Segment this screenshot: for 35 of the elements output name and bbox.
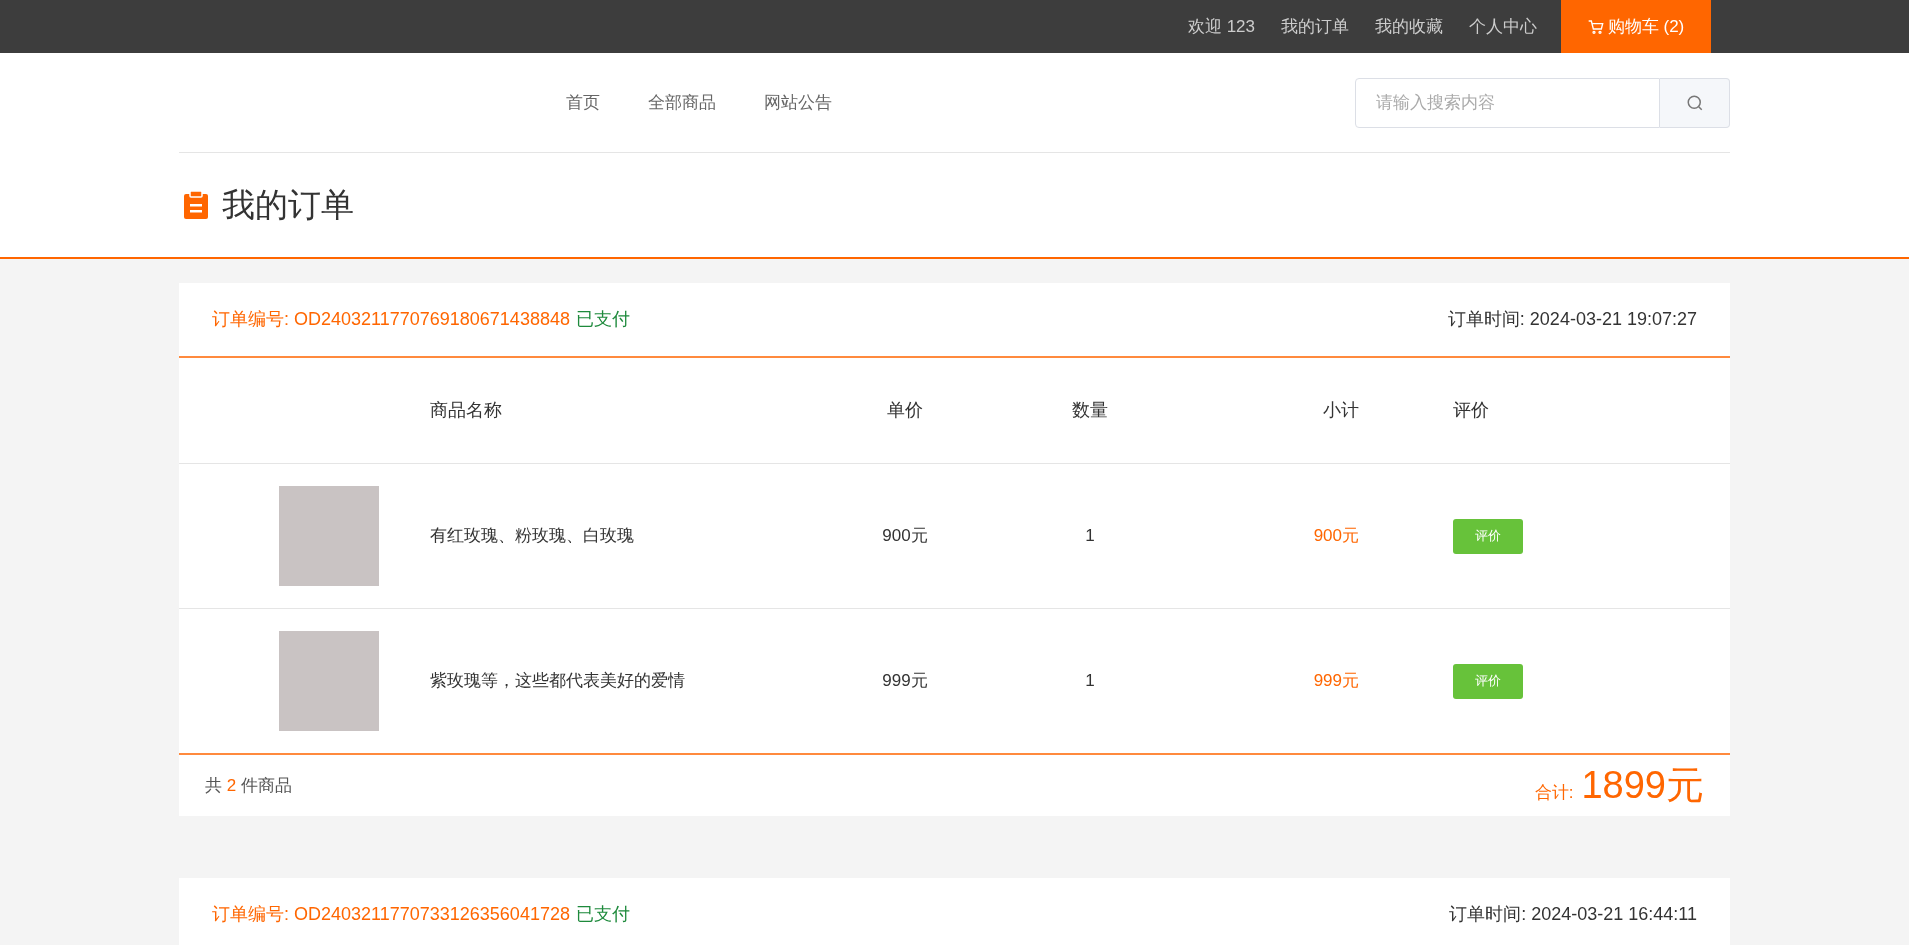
page-title: 我的订单 bbox=[222, 185, 354, 226]
search-field[interactable]: 请输入搜索内容 bbox=[1355, 77, 1660, 128]
product-name: 紫玫瑰等，这些都代表美好的爱情 bbox=[430, 671, 685, 691]
top-link[interactable]: 我的订单 bbox=[1281, 13, 1349, 40]
top-link[interactable]: 个人中心 bbox=[1469, 13, 1537, 40]
unit-price: 999元 bbox=[882, 671, 928, 691]
item-count: 共 2 件商品 bbox=[205, 774, 292, 797]
nav-link[interactable]: 网站公告 bbox=[764, 89, 832, 116]
column-header: 商品名称 bbox=[430, 400, 502, 420]
nav-link[interactable]: 全部商品 bbox=[648, 89, 716, 116]
nav-link[interactable]: 首页 bbox=[566, 89, 600, 116]
product-name: 有红玫瑰、粉玫瑰、白玫瑰 bbox=[430, 526, 634, 546]
order-number: 订单编号: OD2403211770733126356041728 bbox=[212, 903, 570, 926]
order-time: 订单时间: 2024-03-21 16:44:11 bbox=[1449, 903, 1697, 926]
payment-status: 已支付 bbox=[575, 903, 630, 926]
payment-status: 已支付 bbox=[575, 308, 630, 331]
unit-price: 900元 bbox=[882, 526, 928, 546]
quantity: 1 bbox=[1085, 671, 1095, 691]
quantity: 1 bbox=[1085, 526, 1095, 546]
total-amount: 1899元 bbox=[1581, 765, 1704, 804]
top-link[interactable]: 我的收藏 bbox=[1375, 13, 1443, 40]
column-header: 数量 bbox=[1072, 400, 1108, 420]
cart-icon bbox=[1587, 18, 1604, 35]
search-icon bbox=[1685, 93, 1704, 112]
column-header: 单价 bbox=[887, 400, 923, 420]
subtotal: 999元 bbox=[1313, 671, 1359, 691]
total-label: 合计: bbox=[1534, 781, 1574, 804]
top-link[interactable]: 欢迎 123 bbox=[1187, 13, 1255, 40]
clipboard-icon bbox=[184, 191, 208, 219]
column-header: 评价 bbox=[1453, 400, 1489, 420]
subtotal: 900元 bbox=[1313, 526, 1359, 546]
order-time: 订单时间: 2024-03-21 19:07:27 bbox=[1447, 308, 1697, 331]
search-button[interactable] bbox=[1660, 77, 1730, 128]
order-number: 订单编号: OD2403211770769180671438848 bbox=[212, 308, 570, 331]
column-header: 小计 bbox=[1323, 400, 1359, 420]
